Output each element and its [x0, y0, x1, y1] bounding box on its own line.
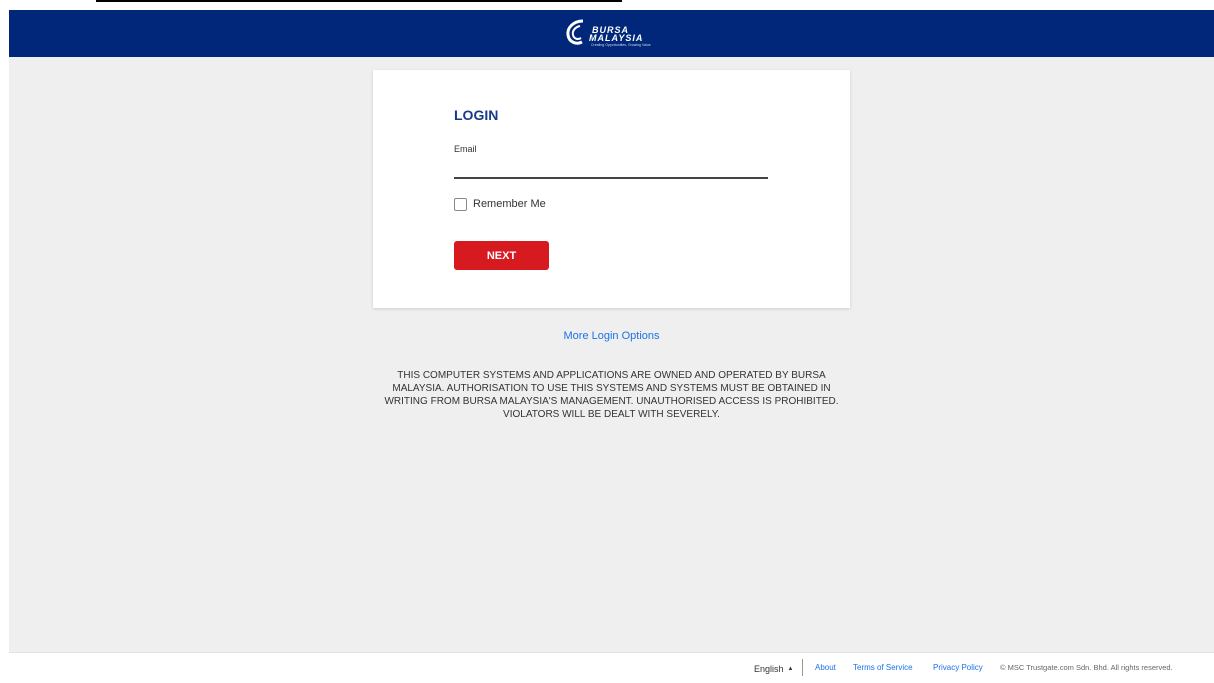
logo-text-line2: MALAYSIA [589, 33, 644, 43]
language-selector[interactable]: English ▲ [754, 664, 793, 674]
page-frame: BURSA MALAYSIA Creating Opportunities, G… [9, 10, 1214, 683]
disclaimer-text: THIS COMPUTER SYSTEMS AND APPLICATIONS A… [384, 370, 839, 420]
caret-up-icon[interactable]: ▲ [788, 666, 794, 672]
logo-tagline: Creating Opportunities, Growing Value [591, 43, 651, 47]
logo-emblem-icon [566, 19, 584, 45]
footer-divider [802, 659, 803, 676]
next-button[interactable]: NEXT [454, 241, 549, 270]
language-label[interactable]: English [754, 664, 784, 674]
footer: English ▲ About Terms of Service Privacy… [9, 652, 1214, 683]
email-field[interactable] [454, 159, 768, 179]
bursa-malaysia-logo: BURSA MALAYSIA Creating Opportunities, G… [565, 19, 677, 49]
remember-me[interactable]: Remember Me [454, 196, 546, 212]
more-login-options-link[interactable]: More Login Options [373, 330, 850, 342]
footer-terms-link[interactable]: Terms of Service [853, 663, 913, 672]
login-title: LOGIN [454, 107, 499, 123]
remember-me-checkbox[interactable] [454, 197, 467, 211]
footer-about-link[interactable]: About [815, 663, 836, 672]
top-rule [96, 0, 622, 2]
footer-privacy-link[interactable]: Privacy Policy [933, 663, 983, 672]
email-label: Email [454, 144, 477, 154]
remember-me-label[interactable]: Remember Me [473, 198, 546, 210]
login-card: LOGIN Email Remember Me NEXT [373, 70, 850, 308]
header-bar: BURSA MALAYSIA Creating Opportunities, G… [9, 10, 1214, 57]
footer-copyright: © MSC Trustgate.com Sdn. Bhd. All rights… [1000, 663, 1173, 672]
